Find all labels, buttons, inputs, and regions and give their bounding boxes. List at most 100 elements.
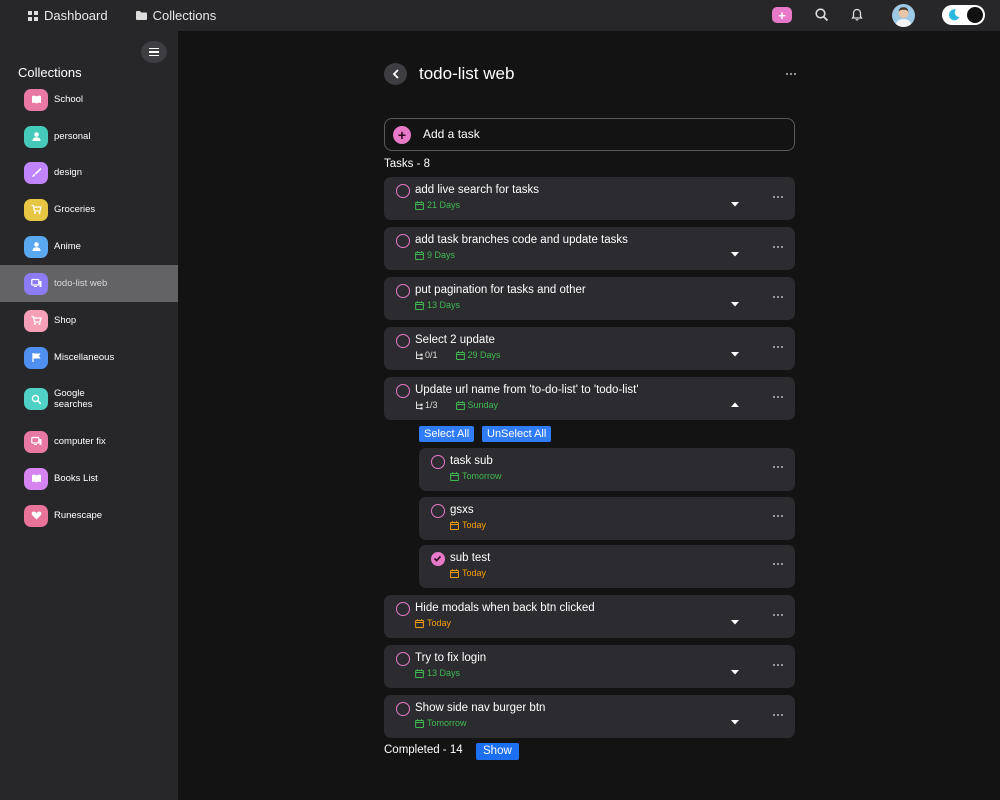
select-all-button[interactable]: Select All xyxy=(419,426,475,442)
checkbox[interactable] xyxy=(431,504,445,518)
sidebar-item-shop[interactable]: Shop xyxy=(0,302,178,339)
more-options-icon[interactable] xyxy=(773,613,785,617)
avatar[interactable] xyxy=(892,4,915,27)
caret-down-icon[interactable] xyxy=(730,613,740,625)
subtask-count-text: 0/1 xyxy=(425,350,438,360)
sidebar-item-miscellaneous[interactable]: Miscellaneous xyxy=(0,339,178,376)
checkbox[interactable] xyxy=(396,234,410,248)
add-button[interactable]: + xyxy=(772,7,792,23)
sidebar-item-todo-list-web[interactable]: todo-list web xyxy=(0,265,178,302)
checkbox[interactable] xyxy=(396,334,410,348)
subtask-card[interactable]: sub test Today xyxy=(419,545,795,588)
grid-icon xyxy=(28,10,38,21)
caret-down-icon[interactable] xyxy=(730,195,740,207)
checkbox[interactable] xyxy=(396,602,410,616)
checkbox-checked[interactable] xyxy=(431,552,445,566)
task-meta: Today xyxy=(450,568,486,578)
task-title: gsxs xyxy=(450,504,474,516)
sidebar-item-groceries[interactable]: Groceries xyxy=(0,191,178,228)
task-meta: 1/3 Sunday xyxy=(415,400,498,410)
caret-down-icon[interactable] xyxy=(730,713,740,725)
add-task-label: Add a task xyxy=(423,127,480,141)
sidebar-item-personal[interactable]: personal xyxy=(0,118,178,155)
theme-toggle[interactable] xyxy=(942,5,985,25)
avatar-face-icon xyxy=(895,7,912,27)
sidebar-item-computer-fix[interactable]: computer fix xyxy=(0,423,178,460)
more-options-icon[interactable] xyxy=(773,395,785,399)
more-options-icon[interactable] xyxy=(773,195,785,199)
task-card[interactable]: put pagination for tasks and other 13 Day… xyxy=(384,277,795,320)
cart-icon xyxy=(24,198,48,221)
more-options-icon[interactable] xyxy=(773,663,785,667)
search-icon[interactable] xyxy=(815,8,829,22)
task-card[interactable]: Update url name from 'to-do-list' to 'to… xyxy=(384,377,795,420)
due-date: Tomorrow xyxy=(427,718,467,728)
sidebar-item-design[interactable]: design xyxy=(0,154,178,191)
task-title: put pagination for tasks and other xyxy=(415,284,586,296)
checkbox[interactable] xyxy=(396,284,410,298)
task-title: Select 2 update xyxy=(415,334,495,346)
nav-collections[interactable]: Collections xyxy=(135,8,216,23)
calendar-icon xyxy=(450,520,459,530)
back-button[interactable] xyxy=(384,63,407,85)
task-title: Hide modals when back btn clicked xyxy=(415,602,595,614)
checkbox[interactable] xyxy=(431,455,445,469)
more-options-icon[interactable] xyxy=(773,295,785,299)
book-icon xyxy=(24,88,48,111)
caret-down-icon[interactable] xyxy=(730,663,740,675)
task-title: add task branches code and update tasks xyxy=(415,234,628,246)
subtask-card[interactable]: task sub Tomorrow xyxy=(419,448,795,491)
more-options-icon[interactable] xyxy=(773,514,785,518)
task-card[interactable]: add task branches code and update tasks 9… xyxy=(384,227,795,270)
page-more-icon[interactable] xyxy=(786,72,798,76)
task-title: Show side nav burger btn xyxy=(415,702,546,714)
caret-down-icon[interactable] xyxy=(730,295,740,307)
checkbox[interactable] xyxy=(396,184,410,198)
top-bar: Dashboard Collections + xyxy=(0,0,1000,31)
subtask-count: 1/3 xyxy=(415,400,438,410)
task-title: task sub xyxy=(450,455,493,467)
more-options-icon[interactable] xyxy=(773,245,785,249)
more-options-icon[interactable] xyxy=(773,345,785,349)
task-card[interactable]: add live search for tasks 21 Days xyxy=(384,177,795,220)
checkbox[interactable] xyxy=(396,652,410,666)
sidebar-item-google-searches[interactable]: Google searches xyxy=(0,375,178,423)
sidebar-item-label: personal xyxy=(54,131,91,142)
checkbox[interactable] xyxy=(396,702,410,716)
bell-icon[interactable] xyxy=(850,8,864,22)
checkbox[interactable] xyxy=(396,384,410,398)
caret-down-icon[interactable] xyxy=(730,345,740,357)
task-meta: 0/1 29 Days xyxy=(415,350,501,360)
computer-icon xyxy=(24,272,48,295)
task-title: sub test xyxy=(450,552,491,564)
burger-menu-button[interactable] xyxy=(141,41,167,63)
unselect-all-button[interactable]: UnSelect All xyxy=(482,426,552,442)
sidebar-item-label: design xyxy=(54,167,82,178)
toggle-knob xyxy=(967,7,983,23)
show-completed-button[interactable]: Show xyxy=(476,743,519,760)
nav-dashboard-label: Dashboard xyxy=(44,8,108,23)
add-task-input[interactable]: + Add a task xyxy=(384,118,795,151)
more-options-icon[interactable] xyxy=(773,713,785,717)
cart-icon xyxy=(24,309,48,332)
task-card[interactable]: Hide modals when back btn clicked Today xyxy=(384,595,795,638)
sidebar-item-anime[interactable]: Anime xyxy=(0,228,178,265)
sidebar-item-books-list[interactable]: Books List xyxy=(0,460,178,497)
calendar-icon xyxy=(415,300,424,310)
heart-icon xyxy=(24,504,48,527)
task-meta: 13 Days xyxy=(415,300,460,310)
more-options-icon[interactable] xyxy=(773,562,785,566)
subtask-card[interactable]: gsxs Today xyxy=(419,497,795,540)
task-card[interactable]: Show side nav burger btn Tomorrow xyxy=(384,695,795,738)
caret-up-icon[interactable] xyxy=(730,395,740,407)
task-card[interactable]: Select 2 update 0/1 29 Days xyxy=(384,327,795,370)
sidebar-item-school[interactable]: School xyxy=(0,81,178,118)
caret-down-icon[interactable] xyxy=(730,245,740,257)
task-card[interactable]: Try to fix login 13 Days xyxy=(384,645,795,688)
nav-dashboard[interactable]: Dashboard xyxy=(28,8,108,23)
sidebar-item-runescape[interactable]: Runescape xyxy=(0,497,178,534)
more-options-icon[interactable] xyxy=(773,465,785,469)
sidebar-item-label: Books List xyxy=(54,473,98,484)
due-date: Tomorrow xyxy=(462,471,502,481)
chevron-left-icon xyxy=(392,69,399,79)
